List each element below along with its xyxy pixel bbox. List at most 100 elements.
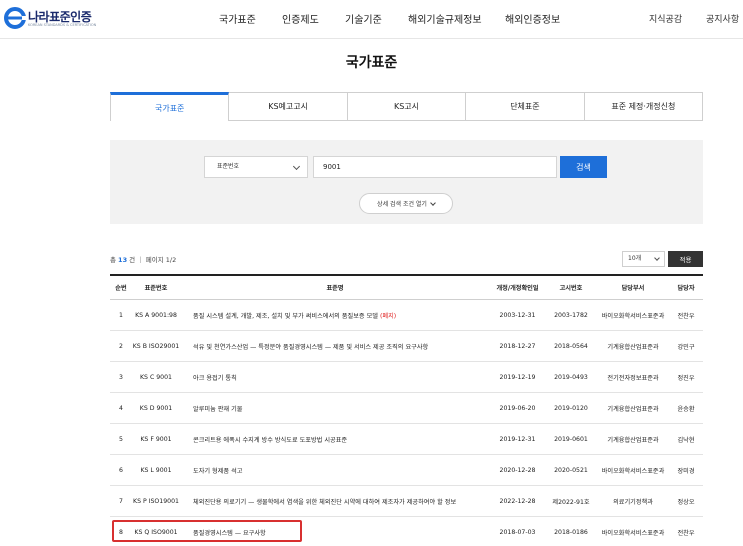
row-number-text: 3 bbox=[119, 373, 123, 381]
standard-name[interactable]: 석유 및 천연가스산업 — 특정분야 품질경영시스템 — 제품 및 서비스 제공… bbox=[193, 331, 493, 361]
nav-knowledge[interactable]: 지식공감 bbox=[649, 12, 682, 25]
search-input[interactable] bbox=[313, 156, 557, 178]
standard-name[interactable]: 도자기 형제품 석고 bbox=[193, 455, 493, 485]
notice-number-text: 2019-0120 bbox=[554, 404, 588, 412]
standard-code: KS A 9001:98 bbox=[132, 300, 180, 330]
table-row[interactable]: 6 KS L 9001 도자기 형제품 석고 2020-12-28 2020-0521 바… bbox=[110, 455, 703, 486]
notice-number: 2019-0601 bbox=[545, 424, 597, 454]
nav-notices[interactable]: 공지사항 bbox=[706, 12, 739, 25]
contact-person: 김낙현 bbox=[669, 424, 703, 454]
notice-number: 2003-1782 bbox=[545, 300, 597, 330]
contact-person: 전찬우 bbox=[669, 517, 703, 546]
contact-person: 정진우 bbox=[669, 362, 703, 392]
standard-name[interactable]: 알루미늄 판재 기물 bbox=[193, 393, 493, 423]
contact-person: 윤승환 bbox=[669, 393, 703, 423]
nav-technical-regulations[interactable]: 기술기준 bbox=[345, 11, 382, 26]
revision-date-text: 2003-12-31 bbox=[499, 311, 536, 319]
notice-number: 2020-0521 bbox=[545, 455, 597, 485]
standard-name[interactable]: 콘크리트용 에폭시 수지계 방수 방식도료 도포방법 시공표준 bbox=[193, 424, 493, 454]
search-field-select[interactable]: 표준번호 bbox=[204, 156, 308, 178]
table-row[interactable]: 1 KS A 9001:98 품질 시스템 설계, 개발, 제조, 설치 및 부가 … bbox=[110, 300, 703, 331]
table-row[interactable]: 4 KS D 9001 알루미늄 판재 기물 2019-06-20 2019-0120 기… bbox=[110, 393, 703, 424]
tab-national-standards[interactable]: 국가표준 bbox=[110, 92, 230, 121]
contact-person-text: 정상오 bbox=[677, 498, 695, 506]
tab-standard-request[interactable]: 표준 제정·개정신청 bbox=[584, 92, 704, 121]
nav-overseas-certification[interactable]: 해외인증정보 bbox=[505, 11, 560, 26]
standard-code: KS D 9001 bbox=[132, 393, 180, 423]
department: 의료기기정책과 bbox=[597, 486, 669, 516]
contact-person-text: 전찬우 bbox=[677, 529, 695, 537]
logo-subtitle: KOREAN STANDARDS & CERTIFICATION bbox=[28, 23, 97, 27]
table-row[interactable]: 5 KS F 9001 콘크리트용 에폭시 수지계 방수 방식도료 도포방법 시공표… bbox=[110, 424, 703, 455]
page-size-value: 10개 bbox=[628, 255, 642, 262]
row-number: 5 bbox=[110, 424, 132, 454]
standard-code-text: KS A 9001:98 bbox=[135, 311, 177, 319]
revision-date: 2019-06-20 bbox=[490, 393, 545, 423]
notice-number: 2019-0493 bbox=[545, 362, 597, 392]
department: 바이오화학서비스표준과 bbox=[597, 300, 669, 330]
standard-name[interactable]: 체외진단용 의료기기 — 생물학에서 염색을 위한 체외진단 시약에 대하여 제… bbox=[193, 486, 493, 516]
department: 바이오화학서비스표준과 bbox=[597, 517, 669, 546]
nav-national-standards[interactable]: 국가표준 bbox=[219, 11, 256, 26]
revision-date: 2003-12-31 bbox=[490, 300, 545, 330]
search-button[interactable]: 검색 bbox=[560, 156, 607, 178]
standard-code-text: KS F 9001 bbox=[140, 435, 172, 443]
row-number-text: 7 bbox=[119, 497, 123, 505]
row-number-text: 4 bbox=[119, 404, 123, 412]
standard-code: KS F 9001 bbox=[132, 424, 180, 454]
contact-person: 정상오 bbox=[669, 486, 703, 516]
col-header-name: 표준명 bbox=[326, 285, 344, 292]
standard-code: KS C 9001 bbox=[132, 362, 180, 392]
department-text: 기계융합산업표준과 bbox=[607, 436, 659, 444]
revision-date: 2022-12-28 bbox=[490, 486, 545, 516]
standard-code-text: KS C 9001 bbox=[140, 373, 172, 381]
apply-button[interactable]: 적용 bbox=[668, 251, 703, 267]
standard-name-text: 콘크리트용 에폭시 수지계 방수 방식도료 도포방법 시공표준 bbox=[193, 436, 348, 444]
result-total: 13 bbox=[118, 256, 128, 264]
table-row[interactable]: 7 KS P ISO19001 체외진단용 의료기기 — 생물학에서 염색을 위한 … bbox=[110, 486, 703, 517]
col-header-code: 표준번호 bbox=[144, 285, 168, 292]
notice-number-text: 2018-0186 bbox=[554, 528, 588, 536]
contact-person-text: 장미경 bbox=[677, 467, 695, 475]
standard-code: KS B ISO29001 bbox=[132, 331, 180, 361]
contact-person-text: 전찬우 bbox=[677, 312, 695, 320]
standard-name[interactable]: 품질 시스템 설계, 개발, 제조, 설치 및 부가 써비스에서의 품질보증 모… bbox=[193, 300, 493, 330]
table-row[interactable]: 3 KS C 9001 아크 용접기 통칙 2019-12-19 2019-0493 전기… bbox=[110, 362, 703, 393]
result-count: 총 13 건 ｜ 페이지 1/2 bbox=[110, 254, 176, 264]
row-number: 6 bbox=[110, 455, 132, 485]
contact-person: 강민구 bbox=[669, 331, 703, 361]
revision-date-text: 2019-12-31 bbox=[499, 435, 536, 443]
nav-certification[interactable]: 인증제도 bbox=[282, 11, 319, 26]
chevron-down-icon bbox=[292, 162, 301, 171]
tab-group-standards[interactable]: 단체표준 bbox=[466, 92, 585, 121]
site-logo[interactable]: 나라표준인증 KOREAN STANDARDS & CERTIFICATION bbox=[4, 6, 114, 32]
highlight-annotation bbox=[112, 520, 302, 542]
col-header-no: 순번 bbox=[115, 285, 127, 292]
revision-date: 2019-12-31 bbox=[490, 424, 545, 454]
revision-date-text: 2018-07-03 bbox=[499, 528, 536, 536]
standard-name[interactable]: 아크 용접기 통칙 bbox=[193, 362, 493, 392]
result-suffix: 건 ｜ 페이지 1/2 bbox=[127, 256, 177, 264]
standard-name-text: 체외진단용 의료기기 — 생물학에서 염색을 위한 체외진단 시약에 대하여 제… bbox=[193, 498, 457, 506]
notice-number: 2018-0186 bbox=[545, 517, 597, 546]
page-size-select[interactable]: 10개 bbox=[622, 251, 665, 267]
table-body: 1 KS A 9001:98 품질 시스템 설계, 개발, 제조, 설치 및 부가 … bbox=[110, 300, 703, 546]
department-text: 바이오화학서비스표준과 bbox=[601, 312, 665, 320]
table-row[interactable]: 2 KS B ISO29001 석유 및 천연가스산업 — 특정분야 품질경영시스템… bbox=[110, 331, 703, 362]
notice-number: 2018-0564 bbox=[545, 331, 597, 361]
tab-ks-notice[interactable]: KS고시 bbox=[347, 92, 467, 121]
detail-search-toggle[interactable]: 상세 검색 조건 열기 bbox=[359, 193, 453, 214]
row-number: 4 bbox=[110, 393, 132, 423]
revision-date-text: 2019-06-20 bbox=[499, 404, 536, 412]
standard-name-text: 아크 용접기 통칙 bbox=[193, 374, 237, 382]
table-header: 순번 표준번호 표준명 개정/개정확인일 고시번호 담당부서 담당자 bbox=[110, 274, 703, 300]
contact-person-text: 윤승환 bbox=[677, 405, 695, 413]
tab-ks-preannounce[interactable]: KS예고고시 bbox=[229, 92, 348, 121]
row-number-text: 1 bbox=[119, 311, 123, 319]
nav-overseas-tech-regulation[interactable]: 해외기술규제정보 bbox=[408, 11, 482, 26]
notice-number: 제2022-91호 bbox=[545, 486, 597, 516]
notice-number-text: 2018-0564 bbox=[554, 342, 588, 350]
detail-search-label: 상세 검색 조건 열기 bbox=[377, 201, 427, 208]
row-number-text: 5 bbox=[119, 435, 123, 443]
row-number-text: 6 bbox=[119, 466, 123, 474]
